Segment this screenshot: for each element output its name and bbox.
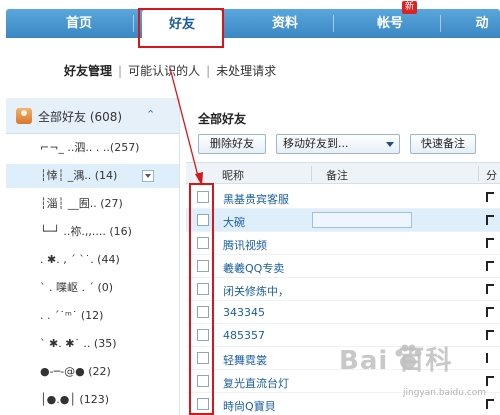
watermark-url: jingyan.baidu.com [403, 388, 487, 398]
baidu-watermark: Bai 百科 jingyan.baidu.com [335, 338, 500, 408]
paw-icon [395, 344, 422, 369]
annotation-arrow-line [169, 67, 200, 181]
annotation-arrow-head [195, 172, 203, 186]
